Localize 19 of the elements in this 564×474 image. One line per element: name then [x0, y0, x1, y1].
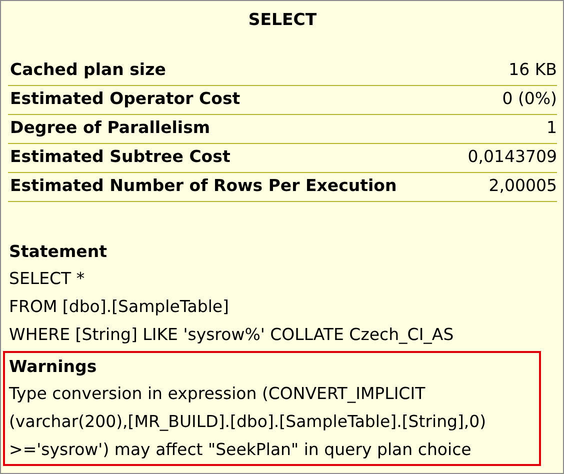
- statement-line: >='sysrow') may affect "SeekPlan" in query plan choice: [9, 439, 472, 461]
- property-value: 2,00005: [488, 175, 557, 198]
- property-value: 1: [546, 117, 557, 140]
- statement-line: FROM [dbo].[SampleTable]: [9, 296, 230, 318]
- statement-line: (varchar(200),[MR_BUILD].[dbo].[SampleTable].[String],0): [9, 411, 488, 433]
- property-name: Estimated Number of Rows Per Execution: [10, 175, 397, 198]
- statement-line: SELECT *: [9, 268, 86, 290]
- property-value: 0 (0%): [502, 88, 557, 110]
- property-value: 16 KB: [508, 59, 557, 82]
- property-value: 0,0143709: [468, 146, 557, 168]
- tooltip-title: SELECT: [247, 9, 318, 31]
- section-heading: Warnings: [9, 356, 98, 378]
- property-name: Degree of Parallelism: [10, 117, 210, 140]
- statement-line: Type conversion in expression (CONVERT_IMPLICIT: [9, 383, 426, 405]
- property-name: Cached plan size: [10, 59, 166, 82]
- section-heading: Statement: [9, 241, 108, 263]
- property-name: Estimated Subtree Cost: [10, 146, 230, 168]
- property-name: Estimated Operator Cost: [10, 88, 240, 110]
- statement-line: WHERE [String] LIKE 'sysrow%' COLLATE Czech_CI_AS: [9, 324, 455, 346]
